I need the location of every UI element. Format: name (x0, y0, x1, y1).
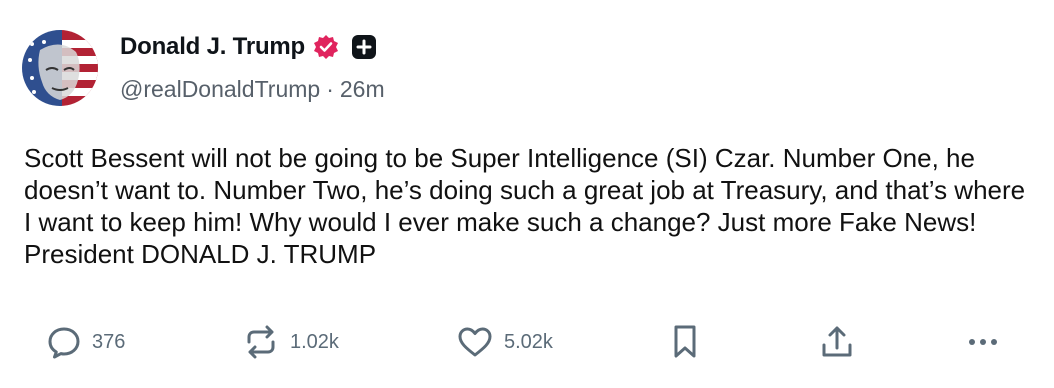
reply-button[interactable]: 376 (46, 322, 125, 362)
bookmark-icon (670, 323, 700, 361)
post-body: Scott Bessent will not be going to be Su… (24, 143, 1026, 269)
author-name-row: Donald J. Trump (120, 30, 377, 64)
post-timestamp[interactable]: 26m (340, 76, 385, 103)
avatar[interactable] (22, 30, 98, 106)
like-button[interactable]: 5.02k (456, 322, 553, 362)
repost-count: 1.02k (290, 330, 339, 353)
separator: · (326, 76, 334, 102)
display-name[interactable]: Donald J. Trump (120, 33, 305, 61)
handle-row: @realDonaldTrump · 26m (120, 76, 385, 103)
more-options-icon (964, 323, 1002, 361)
plus-badge-icon (351, 34, 377, 60)
like-count: 5.02k (504, 330, 553, 353)
share-button[interactable] (818, 322, 856, 362)
reply-count: 376 (92, 330, 126, 353)
heart-icon (456, 324, 494, 360)
post-card: Donald J. Trump @realDonaldTrump · 26m S… (0, 0, 1054, 388)
repost-button[interactable]: 1.02k (242, 322, 339, 362)
repost-icon (242, 324, 280, 360)
reply-icon (46, 324, 82, 360)
action-bar: 376 1.02k 5.02k (46, 322, 1016, 362)
share-icon (818, 323, 856, 361)
author-handle[interactable]: @realDonaldTrump (120, 76, 320, 103)
more-options-button[interactable] (964, 322, 1002, 362)
bookmark-button[interactable] (670, 322, 700, 362)
verified-badge-icon (313, 34, 339, 60)
